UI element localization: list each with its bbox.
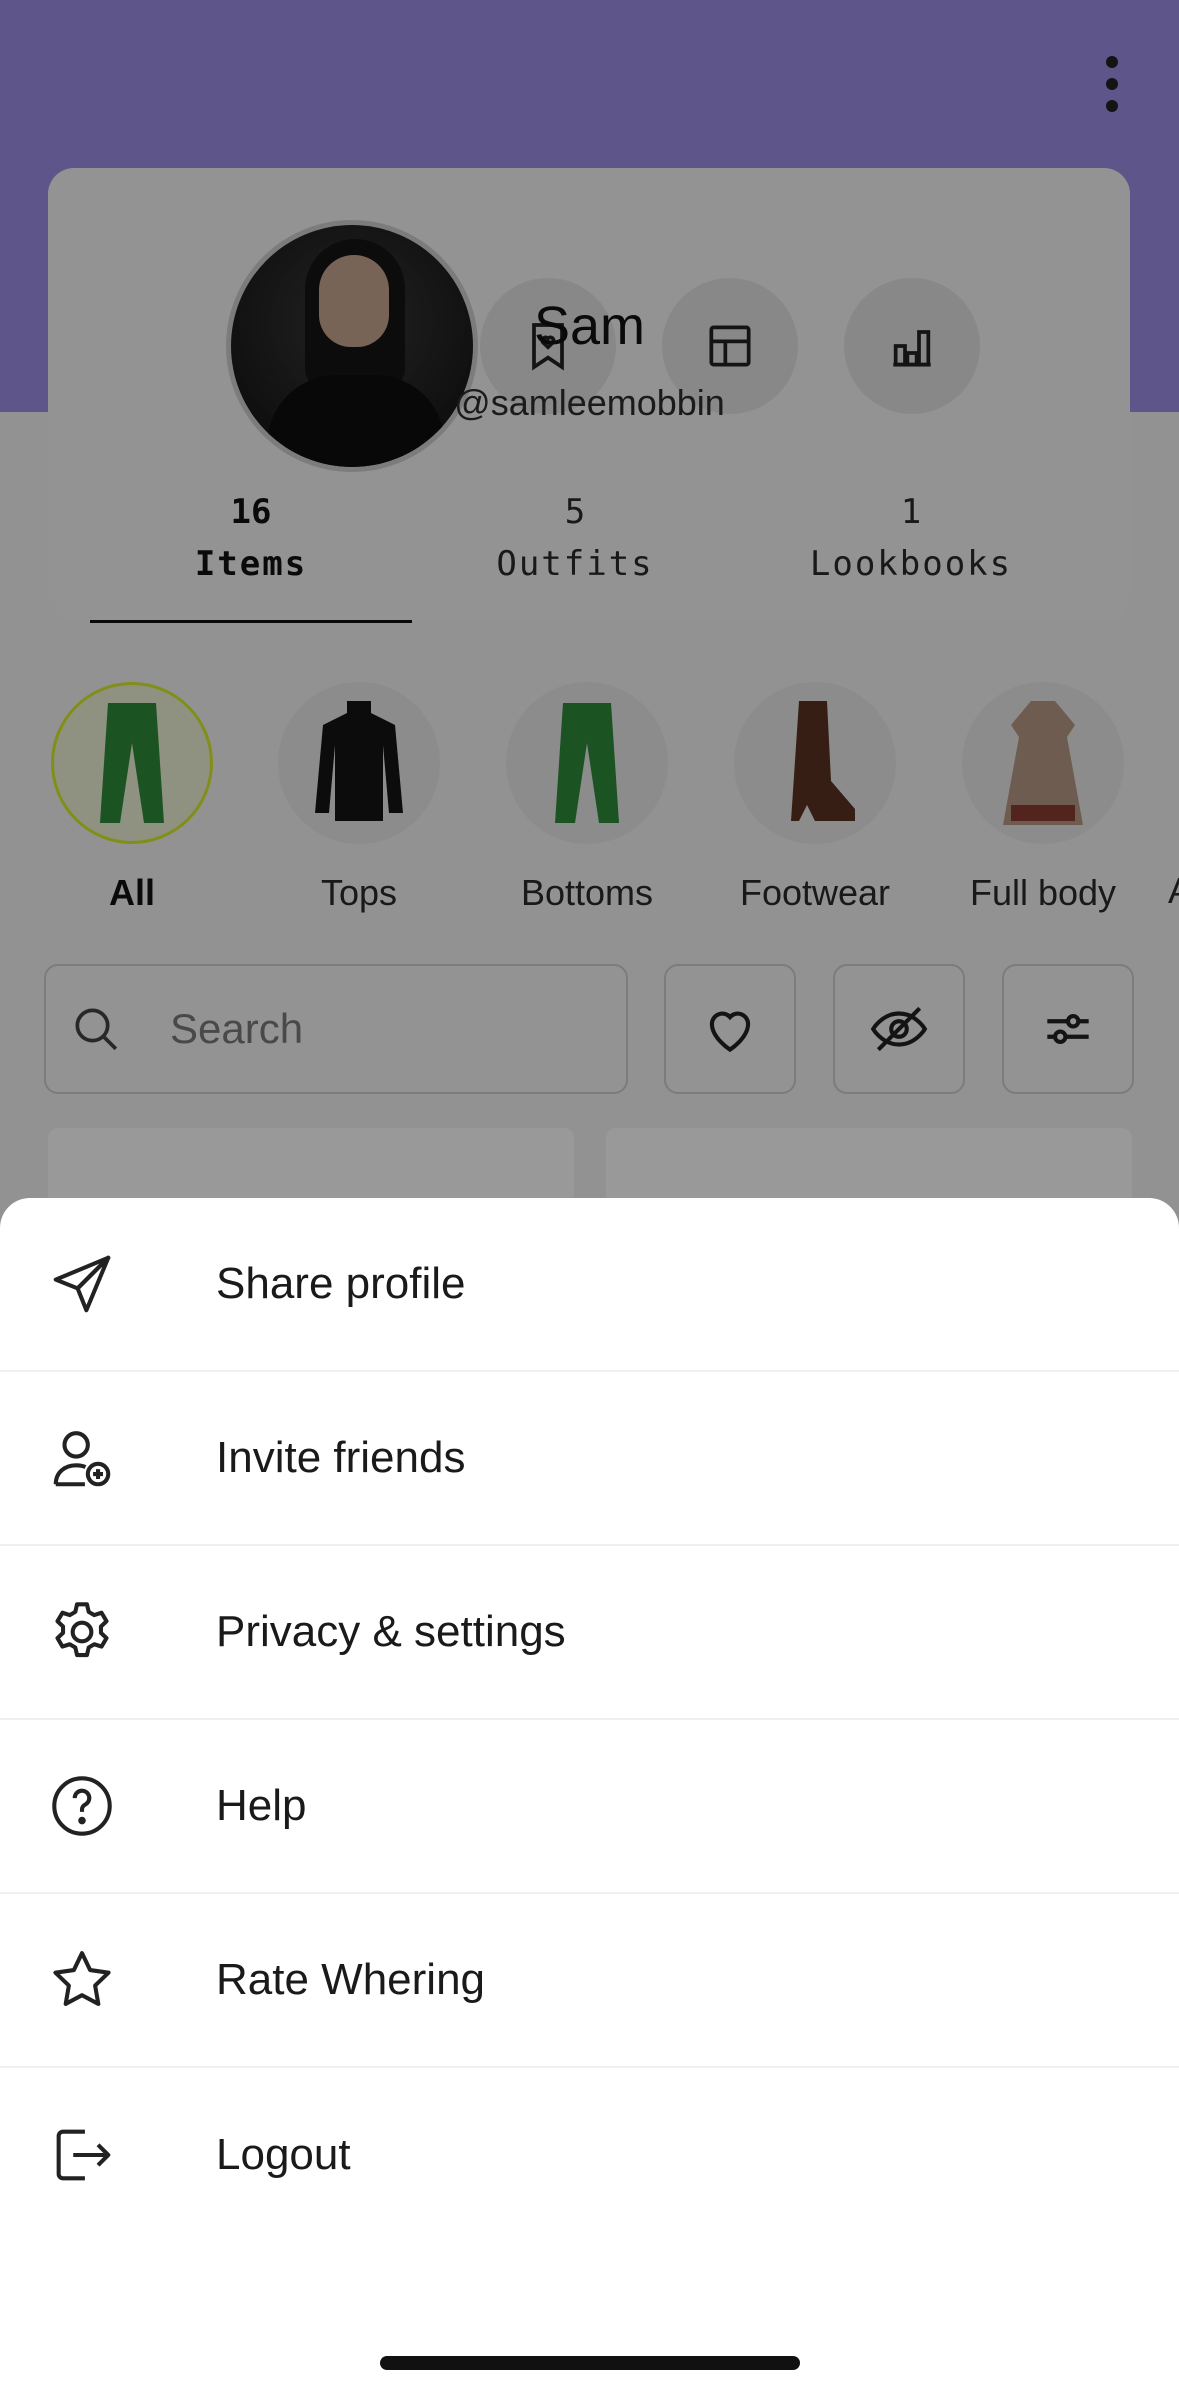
menu-item-label: Share profile [216,1259,466,1308]
menu-item-label: Invite friends [216,1433,466,1482]
profile-options-sheet: Share profile Invite friends Privacy & s… [0,1198,1179,2396]
star-icon [53,1951,111,2006]
menu-item-invite-friends[interactable]: Invite friends [0,1372,1179,1546]
menu-item-label: Help [216,1781,307,1830]
menu-item-logout[interactable]: Logout [0,2068,1179,2242]
menu-item-help[interactable]: Help [0,1720,1179,1894]
gear-icon [55,1602,109,1658]
menu-item-label: Rate Whering [216,1955,486,2004]
menu-item-rate-whering[interactable]: Rate Whering [0,1894,1179,2068]
menu-item-label: Logout [216,2130,351,2179]
menu-item-label: Privacy & settings [216,1607,566,1656]
help-circle-icon [52,1776,112,1836]
send-icon [53,1255,111,1313]
user-plus-icon [53,1431,111,1487]
home-indicator[interactable] [380,2356,800,2370]
logout-icon [56,2129,111,2181]
menu-item-privacy-settings[interactable]: Privacy & settings [0,1546,1179,1720]
menu-item-share-profile[interactable]: Share profile [0,1198,1179,1372]
